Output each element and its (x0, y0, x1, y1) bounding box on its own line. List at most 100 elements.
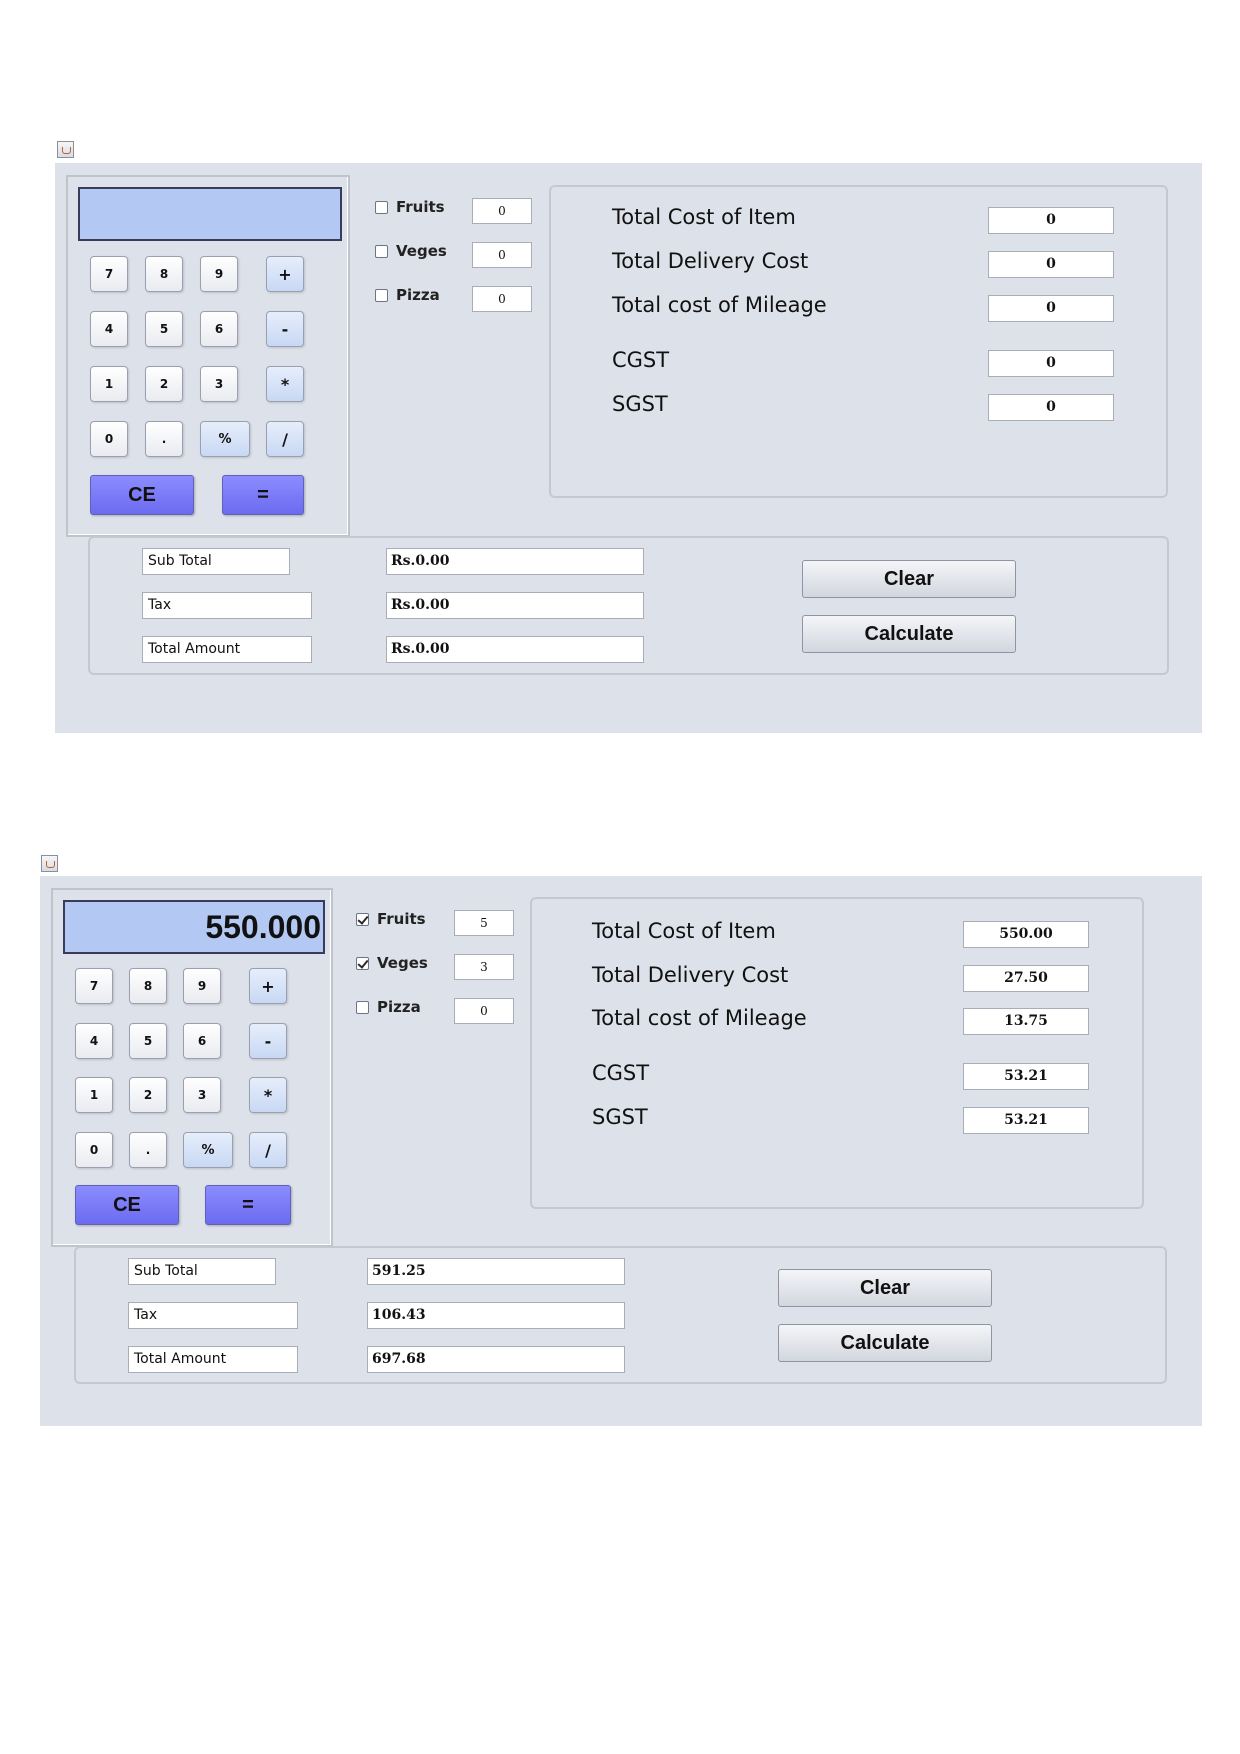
total-cost-of-item-label: Total Cost of Item (612, 205, 796, 229)
calculator-display (78, 187, 342, 241)
key-7[interactable]: 7 (90, 256, 128, 292)
fruits-qty-input[interactable]: 0 (472, 198, 532, 224)
key-3[interactable]: 3 (200, 366, 238, 402)
key-4[interactable]: 4 (90, 311, 128, 347)
cgst-label: CGST (592, 1061, 650, 1085)
key-6[interactable]: 6 (200, 311, 238, 347)
sgst-field[interactable]: 53.21 (963, 1107, 1089, 1134)
key-1[interactable]: 1 (75, 1077, 113, 1113)
cost-panel: Total Cost of Item 550.00 Total Delivery… (530, 897, 1144, 1209)
total-delivery-cost-field[interactable]: 27.50 (963, 965, 1089, 992)
key-2[interactable]: 2 (145, 366, 183, 402)
cgst-field[interactable]: 0 (988, 350, 1114, 377)
veges-qty-input[interactable]: 3 (454, 954, 514, 980)
key-minus[interactable]: - (249, 1023, 287, 1059)
fruits-qty-input[interactable]: 5 (454, 910, 514, 936)
key-minus[interactable]: - (266, 311, 304, 347)
total-cost-of-mileage-label: Total cost of Mileage (592, 1006, 807, 1030)
java-app-icon (57, 141, 74, 158)
pizza-checkbox[interactable]: Pizza (356, 998, 421, 1016)
key-plus[interactable]: + (266, 256, 304, 292)
key-9[interactable]: 9 (183, 968, 221, 1004)
fruits-label: Fruits (377, 910, 426, 928)
key-divide[interactable]: / (266, 421, 304, 457)
calculate-button[interactable]: Calculate (802, 615, 1016, 653)
cost-panel: Total Cost of Item 0 Total Delivery Cost… (549, 185, 1168, 498)
app-window-1: 7 8 9 + 4 5 6 - 1 2 3 * 0 . % / CE = Fru… (55, 163, 1202, 733)
sgst-label: SGST (592, 1105, 648, 1129)
total-cost-of-mileage-field[interactable]: 13.75 (963, 1008, 1089, 1035)
equals-button[interactable]: = (205, 1185, 291, 1225)
total-delivery-cost-label: Total Delivery Cost (592, 963, 789, 987)
veges-label: Veges (377, 954, 428, 972)
sgst-field[interactable]: 0 (988, 394, 1114, 421)
checkbox-icon (356, 956, 369, 970)
veges-checkbox[interactable]: Veges (375, 242, 447, 260)
pizza-label: Pizza (396, 286, 440, 304)
tax-label: Tax (142, 592, 312, 619)
pizza-checkbox[interactable]: Pizza (375, 286, 440, 304)
app-window-2: 550.000 7 8 9 + 4 5 6 - 1 2 3 * 0 . % / … (40, 876, 1202, 1426)
key-percent[interactable]: % (183, 1132, 233, 1168)
tax-field[interactable]: 106.43 (367, 1302, 625, 1329)
checkbox-icon (375, 244, 388, 258)
key-2[interactable]: 2 (129, 1077, 167, 1113)
fruits-checkbox[interactable]: Fruits (356, 910, 426, 928)
key-multiply[interactable]: * (266, 366, 304, 402)
key-5[interactable]: 5 (129, 1023, 167, 1059)
total-amount-field[interactable]: Rs.0.00 (386, 636, 644, 663)
key-8[interactable]: 8 (129, 968, 167, 1004)
total-cost-of-item-field[interactable]: 0 (988, 207, 1114, 234)
key-0[interactable]: 0 (75, 1132, 113, 1168)
sub-total-field[interactable]: 591.25 (367, 1258, 625, 1285)
total-cost-of-mileage-field[interactable]: 0 (988, 295, 1114, 322)
tax-label: Tax (128, 1302, 298, 1329)
key-1[interactable]: 1 (90, 366, 128, 402)
clear-entry-button[interactable]: CE (75, 1185, 179, 1225)
calculator-panel: 550.000 7 8 9 + 4 5 6 - 1 2 3 * 0 . % / … (51, 888, 333, 1247)
pizza-qty-input[interactable]: 0 (472, 286, 532, 312)
checkbox-icon (375, 288, 388, 302)
total-cost-of-item-label: Total Cost of Item (592, 919, 776, 943)
key-multiply[interactable]: * (249, 1077, 287, 1113)
total-delivery-cost-field[interactable]: 0 (988, 251, 1114, 278)
veges-checkbox[interactable]: Veges (356, 954, 428, 972)
key-decimal[interactable]: . (129, 1132, 167, 1168)
key-decimal[interactable]: . (145, 421, 183, 457)
total-cost-of-mileage-label: Total cost of Mileage (612, 293, 827, 317)
key-6[interactable]: 6 (183, 1023, 221, 1059)
java-app-icon (41, 855, 58, 872)
clear-entry-button[interactable]: CE (90, 475, 194, 515)
cgst-field[interactable]: 53.21 (963, 1063, 1089, 1090)
calculator-display: 550.000 (63, 900, 325, 954)
tax-field[interactable]: Rs.0.00 (386, 592, 644, 619)
equals-button[interactable]: = (222, 475, 304, 515)
key-8[interactable]: 8 (145, 256, 183, 292)
total-amount-label: Total Amount (128, 1346, 298, 1373)
key-7[interactable]: 7 (75, 968, 113, 1004)
key-4[interactable]: 4 (75, 1023, 113, 1059)
fruits-checkbox[interactable]: Fruits (375, 198, 445, 216)
key-divide[interactable]: / (249, 1132, 287, 1168)
cgst-label: CGST (612, 348, 670, 372)
key-5[interactable]: 5 (145, 311, 183, 347)
clear-button[interactable]: Clear (802, 560, 1016, 598)
key-0[interactable]: 0 (90, 421, 128, 457)
pizza-qty-input[interactable]: 0 (454, 998, 514, 1024)
key-percent[interactable]: % (200, 421, 250, 457)
fruits-label: Fruits (396, 198, 445, 216)
sub-total-label: Sub Total (142, 548, 290, 575)
clear-button[interactable]: Clear (778, 1269, 992, 1307)
key-9[interactable]: 9 (200, 256, 238, 292)
total-cost-of-item-field[interactable]: 550.00 (963, 921, 1089, 948)
checkbox-icon (356, 1000, 369, 1014)
veges-qty-input[interactable]: 0 (472, 242, 532, 268)
key-3[interactable]: 3 (183, 1077, 221, 1113)
summary-panel: Sub Total 591.25 Tax 106.43 Total Amount… (74, 1246, 1167, 1384)
sub-total-label: Sub Total (128, 1258, 276, 1285)
total-delivery-cost-label: Total Delivery Cost (612, 249, 809, 273)
key-plus[interactable]: + (249, 968, 287, 1004)
sub-total-field[interactable]: Rs.0.00 (386, 548, 644, 575)
total-amount-field[interactable]: 697.68 (367, 1346, 625, 1373)
calculate-button[interactable]: Calculate (778, 1324, 992, 1362)
